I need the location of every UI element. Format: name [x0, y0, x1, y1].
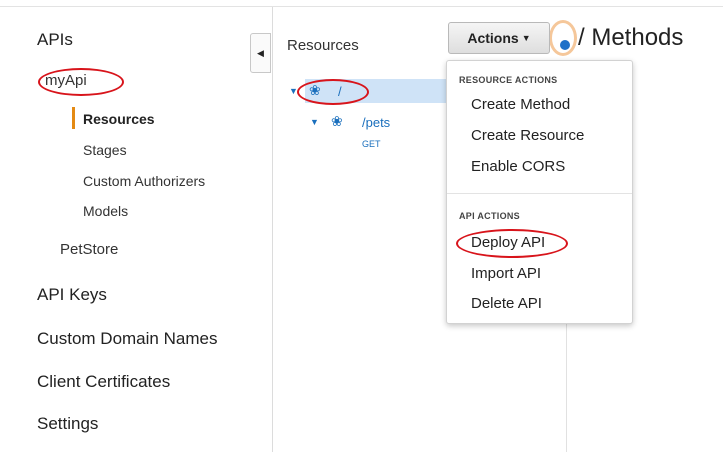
- nav-stages[interactable]: Stages: [83, 142, 127, 158]
- chevron-left-icon: ◀: [257, 47, 264, 58]
- sidebar-divider: [272, 7, 273, 452]
- nav-resources[interactable]: Resources: [83, 111, 155, 127]
- active-item-marker: [72, 107, 75, 129]
- method-tag-get[interactable]: GET: [362, 139, 381, 149]
- actions-dropdown: RESOURCE ACTIONS Create Method Create Re…: [446, 60, 633, 324]
- collapse-sidebar-button[interactable]: ◀: [250, 33, 271, 73]
- menu-divider: [447, 193, 632, 194]
- caret-down-icon[interactable]: ▼: [289, 86, 298, 96]
- nav-settings[interactable]: Settings: [37, 414, 98, 434]
- resource-icon: ❀: [331, 113, 343, 129]
- tree-item-root[interactable]: /: [338, 84, 342, 99]
- dot-icon: [560, 40, 570, 50]
- menu-item-create-method[interactable]: Create Method: [471, 96, 570, 113]
- actions-label: Actions: [467, 30, 519, 46]
- methods-title: / Methods: [578, 24, 684, 51]
- menu-item-enable-cors[interactable]: Enable CORS: [471, 158, 565, 175]
- menu-item-deploy-api[interactable]: Deploy API: [471, 234, 545, 251]
- nav-api-petstore[interactable]: PetStore: [60, 241, 118, 258]
- caret-down-icon[interactable]: ▼: [310, 117, 319, 127]
- nav-api-myapi[interactable]: myApi: [45, 72, 87, 89]
- nav-custom-authorizers[interactable]: Custom Authorizers: [83, 173, 205, 189]
- resources-title: Resources: [287, 37, 359, 54]
- resource-actions-header: RESOURCE ACTIONS: [459, 75, 558, 85]
- nav-apis[interactable]: APIs: [37, 30, 73, 50]
- resource-icon: ❀: [309, 82, 321, 98]
- focus-ring: [549, 20, 577, 56]
- tree-item-pets[interactable]: /pets: [362, 115, 390, 130]
- nav-custom-domain-names[interactable]: Custom Domain Names: [37, 329, 217, 349]
- nav-api-keys[interactable]: API Keys: [37, 285, 107, 305]
- chevron-down-icon: ▼: [521, 33, 531, 43]
- menu-item-delete-api[interactable]: Delete API: [471, 295, 542, 312]
- api-actions-header: API ACTIONS: [459, 211, 520, 221]
- nav-client-certificates[interactable]: Client Certificates: [37, 372, 170, 392]
- menu-item-import-api[interactable]: Import API: [471, 265, 541, 282]
- actions-button[interactable]: Actions ▼: [448, 22, 550, 54]
- nav-models[interactable]: Models: [83, 203, 128, 219]
- menu-item-create-resource[interactable]: Create Resource: [471, 127, 584, 144]
